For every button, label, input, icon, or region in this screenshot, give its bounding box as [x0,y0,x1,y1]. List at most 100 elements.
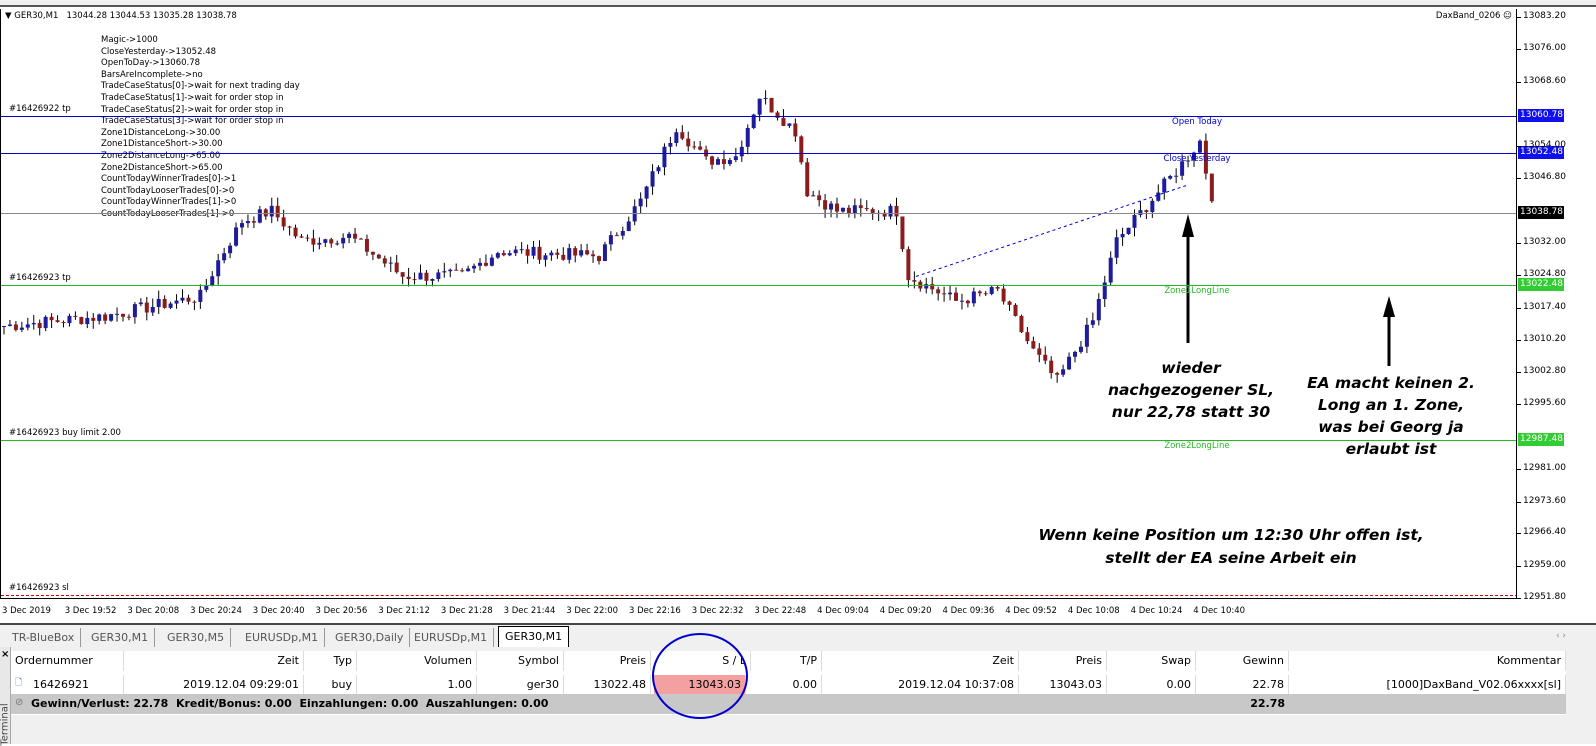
candle-body [1007,301,1012,305]
candle-body [121,313,125,317]
candle-body [1049,360,1054,374]
time-label: 3 Dec 22:48 [754,606,807,616]
cell: Kommentar [1289,651,1566,671]
tab-chart[interactable]: GER30,M5 [161,628,232,647]
annotation-line: was bei Georg ja [1318,418,1464,436]
candle-body [1031,341,1036,349]
highlight-circle [652,633,748,719]
candle-body [198,289,203,302]
candle-body [698,146,703,150]
price-line[interactable] [1,116,1516,118]
candle-body [507,253,512,256]
cell: 0.00 [751,675,822,695]
candle-body [317,242,322,245]
tab-chart[interactable]: EURUSDp,M1 [239,628,326,647]
candle-body [900,216,905,250]
order-label: #16426923 buy limit 2.00 [9,428,121,439]
candle-body [1132,214,1137,228]
candle-body [347,233,352,238]
price-tick [1517,372,1521,374]
trade-table: Ordernummer Zeit Typ Volumen Symbol Preis S / … [11,651,1566,715]
candle-body [835,203,839,212]
time-label: 4 Dec 09:20 [879,606,932,616]
tab-chart[interactable]: TR-BlueBox [6,628,82,647]
price-label: 13068.60 [1523,75,1566,86]
candle-body [614,235,619,237]
candle-body [656,167,661,172]
candle-body [1043,354,1048,361]
cell: Zeit [124,651,304,671]
price-tick [1517,339,1521,341]
price-line[interactable] [1,594,1516,596]
price-tick [1517,243,1521,245]
candle-body [442,271,447,273]
cell: Ordernummer [11,651,124,671]
scroll-arrows-icon[interactable]: ‹ › [1556,631,1566,641]
candle-body [965,300,970,304]
candle-body [460,270,465,272]
time-label: 4 Dec 09:36 [942,606,995,616]
candle-body [376,254,381,259]
candle-body [674,132,679,143]
chart-window[interactable]: ▼ GER30,M1 13044.28 13044.53 13035.28 13… [0,9,1517,599]
candle-body [430,278,435,281]
time-label: 4 Dec 09:04 [817,606,869,616]
price-label: 12951.80 [1523,592,1566,602]
candle-body [370,251,375,255]
candle-body [1114,237,1119,258]
candle-body [483,262,488,266]
candle-body [168,303,173,308]
candle-body [287,226,292,228]
table-row[interactable]: 🗋 16426921 2019.12.04 09:29:01 buy 1.00 ger30… [11,675,1566,695]
cell: Symbol [477,651,564,671]
candle-body [251,221,256,223]
candle-body [335,243,340,245]
candle-body [781,117,786,126]
tab-chart[interactable]: EURUSDp,M1 [408,628,495,647]
candle-body [43,316,48,329]
candle-body [192,301,197,303]
cell: 22.78 [1196,675,1289,695]
annotation-line: wieder [1161,359,1221,377]
candle-body [394,262,399,273]
time-label: 4 Dec 10:24 [1130,606,1183,616]
candle-body [1156,192,1161,201]
tab-chart[interactable]: GER30,Daily [329,628,411,647]
time-label: 3 Dec 22:32 [691,606,744,616]
candle-body [25,324,30,328]
price-axis[interactable]: 13060.78 13052.48 13038.78 13022.48 12987.48… [1517,9,1596,602]
candle-body [472,265,477,269]
price-tick [1517,468,1521,470]
candle-body [1067,356,1072,370]
price-line[interactable] [1,152,1516,154]
table-header[interactable]: Ordernummer Zeit Typ Volumen Symbol Preis S / … [11,651,1566,671]
price-line[interactable] [1,440,1516,442]
candle-body [364,238,369,252]
price-line[interactable] [1,213,1516,215]
candle-body [353,233,358,239]
candle-body [716,159,720,165]
terminal-sidebar: × Terminal [0,647,11,746]
candle-body [519,249,524,251]
candle-body [829,203,834,210]
price-tick [1517,307,1521,309]
price-label: 12995.60 [1523,398,1566,409]
candle-body [954,292,958,301]
candle-body [144,302,149,313]
candle-body [573,248,578,256]
candle-body [228,245,233,254]
candle-body [858,205,863,209]
candle-body [67,315,72,324]
price-line[interactable] [1,285,1516,287]
candle-body [85,317,90,325]
tab-chart[interactable]: GER30,M1 [85,628,156,647]
annotation-line: EA macht keinen 2. [1307,374,1475,392]
cell: 13022.48 [564,675,651,695]
candle-body [1096,299,1101,321]
candle-body [412,279,417,281]
candle-body [359,238,363,240]
close-icon[interactable]: × [1,649,9,660]
candle-body [543,255,548,260]
time-label: 3 Dec 21:12 [378,606,430,616]
tab-chart[interactable]: GER30,M1 [498,626,570,648]
